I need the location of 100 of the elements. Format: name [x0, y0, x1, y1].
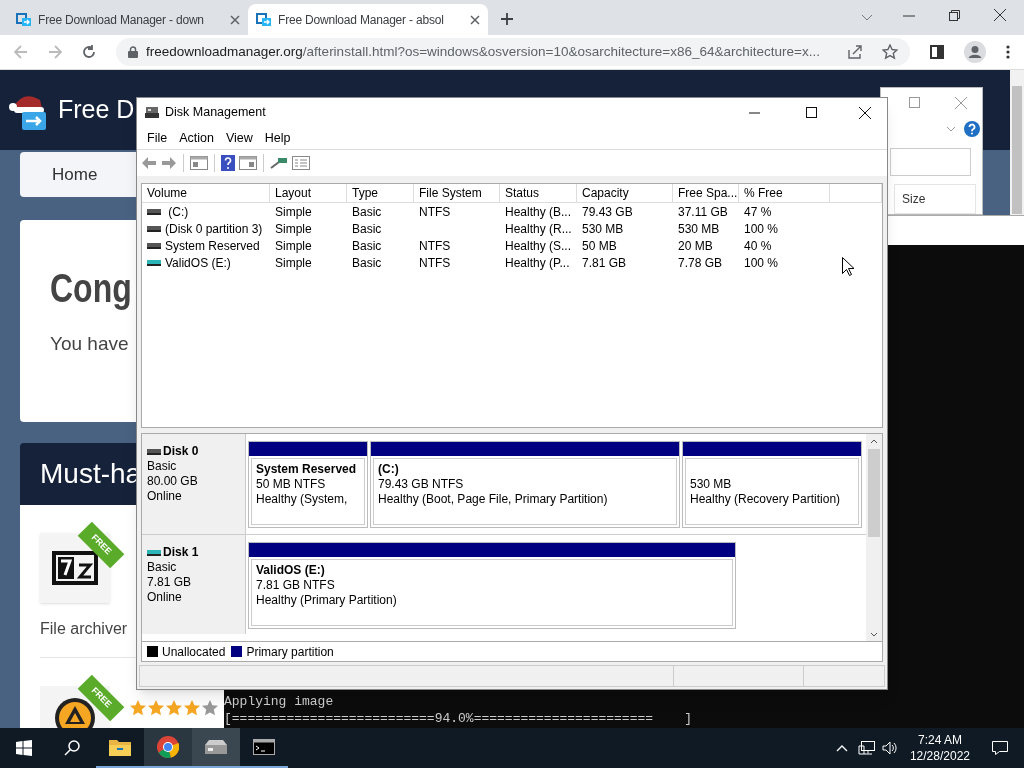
- reload-icon[interactable]: [82, 45, 96, 59]
- folder-icon[interactable]: [109, 738, 131, 756]
- table-cell-text: NTFS: [419, 203, 451, 221]
- menu-item[interactable]: Help: [258, 128, 297, 148]
- partition-block[interactable]: 530 MB Healthy (Recovery Partition): [682, 441, 862, 528]
- drive-icon: [147, 224, 161, 233]
- mouse-cursor-icon: [842, 257, 854, 276]
- help-icon[interactable]: [221, 155, 235, 171]
- table-cell-text: (Disk 0 partition 3): [165, 220, 263, 238]
- table-cell-text: ValidOS (E:): [165, 254, 231, 272]
- action-pane-icon[interactable]: [239, 156, 257, 170]
- table-cell-text: 20 MB: [678, 237, 713, 255]
- console-tree-icon[interactable]: [190, 156, 208, 170]
- partition-block[interactable]: ValidOS (E:) 7.81 GB NTFS Healthy (Primary Partition): [248, 542, 736, 629]
- table-cell-text: Simple: [275, 220, 312, 238]
- table-cell-text: Basic: [352, 220, 382, 238]
- disk-name: Disk 1: [163, 545, 199, 560]
- speaker-icon[interactable]: [881, 741, 898, 755]
- properties-icon[interactable]: [292, 156, 310, 170]
- window-title: Disk Management: [165, 104, 266, 122]
- table-cell-text: 7.81 GB: [582, 254, 627, 272]
- help-icon[interactable]: [964, 121, 980, 137]
- menu-item[interactable]: File: [141, 128, 174, 148]
- minimize-icon[interactable]: [749, 111, 760, 114]
- partition-status: Healthy (Primary Partition): [256, 593, 398, 608]
- disk-type: Basic: [147, 560, 178, 575]
- new-tab-icon[interactable]: [500, 12, 514, 26]
- nav-link[interactable]: Home: [52, 161, 98, 188]
- url-text: freedownloadmanager.org/afterinstall.html?os=windows&osversion=10&osarchitecture=x86_64&architecture=x...: [146, 42, 820, 61]
- network-icon[interactable]: [857, 740, 876, 756]
- close-icon[interactable]: [994, 9, 1006, 21]
- table-cell-text: Healthy (B...: [505, 203, 572, 221]
- table-cell-text: NTFS: [419, 237, 451, 255]
- search-icon[interactable]: [64, 740, 80, 756]
- scrollbar-thumb[interactable]: [1012, 86, 1022, 214]
- scroll-down-icon[interactable]: [870, 632, 878, 637]
- column-header[interactable]: Capacity: [577, 184, 673, 202]
- column-header[interactable]: Status: [500, 184, 577, 202]
- chevron-icon[interactable]: [946, 126, 956, 132]
- profile-icon[interactable]: [964, 41, 986, 63]
- menu-item[interactable]: View: [219, 128, 259, 148]
- column-header[interactable]: Layout: [270, 184, 347, 202]
- notification-icon[interactable]: [992, 740, 1008, 756]
- column-header[interactable]: Free Spa...: [673, 184, 739, 202]
- star-icon[interactable]: [882, 44, 898, 60]
- maximize-icon[interactable]: [806, 107, 817, 118]
- search-field[interactable]: [890, 148, 971, 176]
- table-cell-text: 530 MB: [582, 220, 624, 238]
- column-header[interactable]: % Free: [739, 184, 830, 202]
- table-cell-text: (C:): [167, 203, 189, 221]
- table-cell-text: Simple: [275, 203, 312, 221]
- page-heading: Cong: [50, 268, 132, 308]
- start-icon[interactable]: [16, 740, 32, 756]
- table-cell-text: NTFS: [419, 254, 451, 272]
- partition-name: System Reserved: [256, 462, 358, 477]
- forward-icon[interactable]: [161, 156, 177, 170]
- star-icon: [130, 700, 146, 716]
- partition-block[interactable]: System Reserved 50 MB NTFS Healthy (System,: [248, 441, 368, 528]
- page-subtext: You have: [50, 332, 130, 356]
- browser-tab[interactable]: Free Download Manager - absol: [248, 4, 488, 35]
- column-header[interactable]: Size: [894, 184, 976, 214]
- close-icon[interactable]: [470, 14, 480, 25]
- partition-name: ValidOS (E:): [256, 563, 326, 578]
- share-icon[interactable]: [848, 45, 862, 59]
- table-cell-text: 530 MB: [678, 220, 720, 238]
- close-icon[interactable]: [859, 106, 871, 119]
- drive-icon: [147, 548, 161, 557]
- partition-status: Healthy (Recovery Partition): [690, 492, 842, 507]
- more-icon[interactable]: [1006, 45, 1010, 59]
- chevron-up-icon[interactable]: [835, 744, 848, 752]
- table-cell-text: Simple: [275, 254, 312, 272]
- partition-detail: 530 MB: [690, 477, 733, 492]
- download-icon: [256, 11, 272, 28]
- scrollbar-thumb[interactable]: [868, 449, 880, 537]
- app-icon: [145, 106, 159, 119]
- chevron-icon[interactable]: [861, 14, 873, 22]
- clock-time: 7:24 AM: [917, 732, 962, 748]
- clock[interactable]: 7:24 AM 12/28/2022: [903, 732, 976, 764]
- console-line: Applying image: [224, 693, 335, 710]
- back-icon[interactable]: [141, 156, 157, 170]
- clock-date: 12/28/2022: [909, 748, 970, 764]
- terminal-icon[interactable]: [253, 739, 275, 755]
- console-line: [==========================94.0%======================= ]: [224, 710, 694, 727]
- menu-item[interactable]: Action: [173, 128, 220, 148]
- restore-icon[interactable]: [949, 10, 960, 21]
- address-field[interactable]: freedownloadmanager.org/afterinstall.html?os=windows&osversion=10&osarchitecture=x86_64&architecture=x...: [116, 38, 910, 66]
- partition-name: (C:): [378, 462, 400, 477]
- legend-label: Unallocated: [162, 643, 226, 661]
- browser-icon[interactable]: [157, 736, 179, 758]
- disk-management-icon[interactable]: [205, 738, 227, 756]
- partition-status: Healthy (Boot, Page File, Primary Partition): [378, 492, 609, 507]
- column-header[interactable]: Type: [347, 184, 414, 202]
- scroll-up-icon[interactable]: [870, 439, 878, 444]
- side-panel-icon[interactable]: [930, 45, 944, 59]
- legend-label: Primary partition: [246, 643, 334, 661]
- table-cell-text: Basic: [352, 203, 382, 221]
- partition-block[interactable]: (C:) 79.43 GB NTFS Healthy (Boot, Page File, Primary Partition): [370, 441, 680, 528]
- column-header[interactable]: Volume: [142, 184, 270, 202]
- column-header[interactable]: File System: [414, 184, 500, 202]
- connect-icon[interactable]: [270, 156, 288, 170]
